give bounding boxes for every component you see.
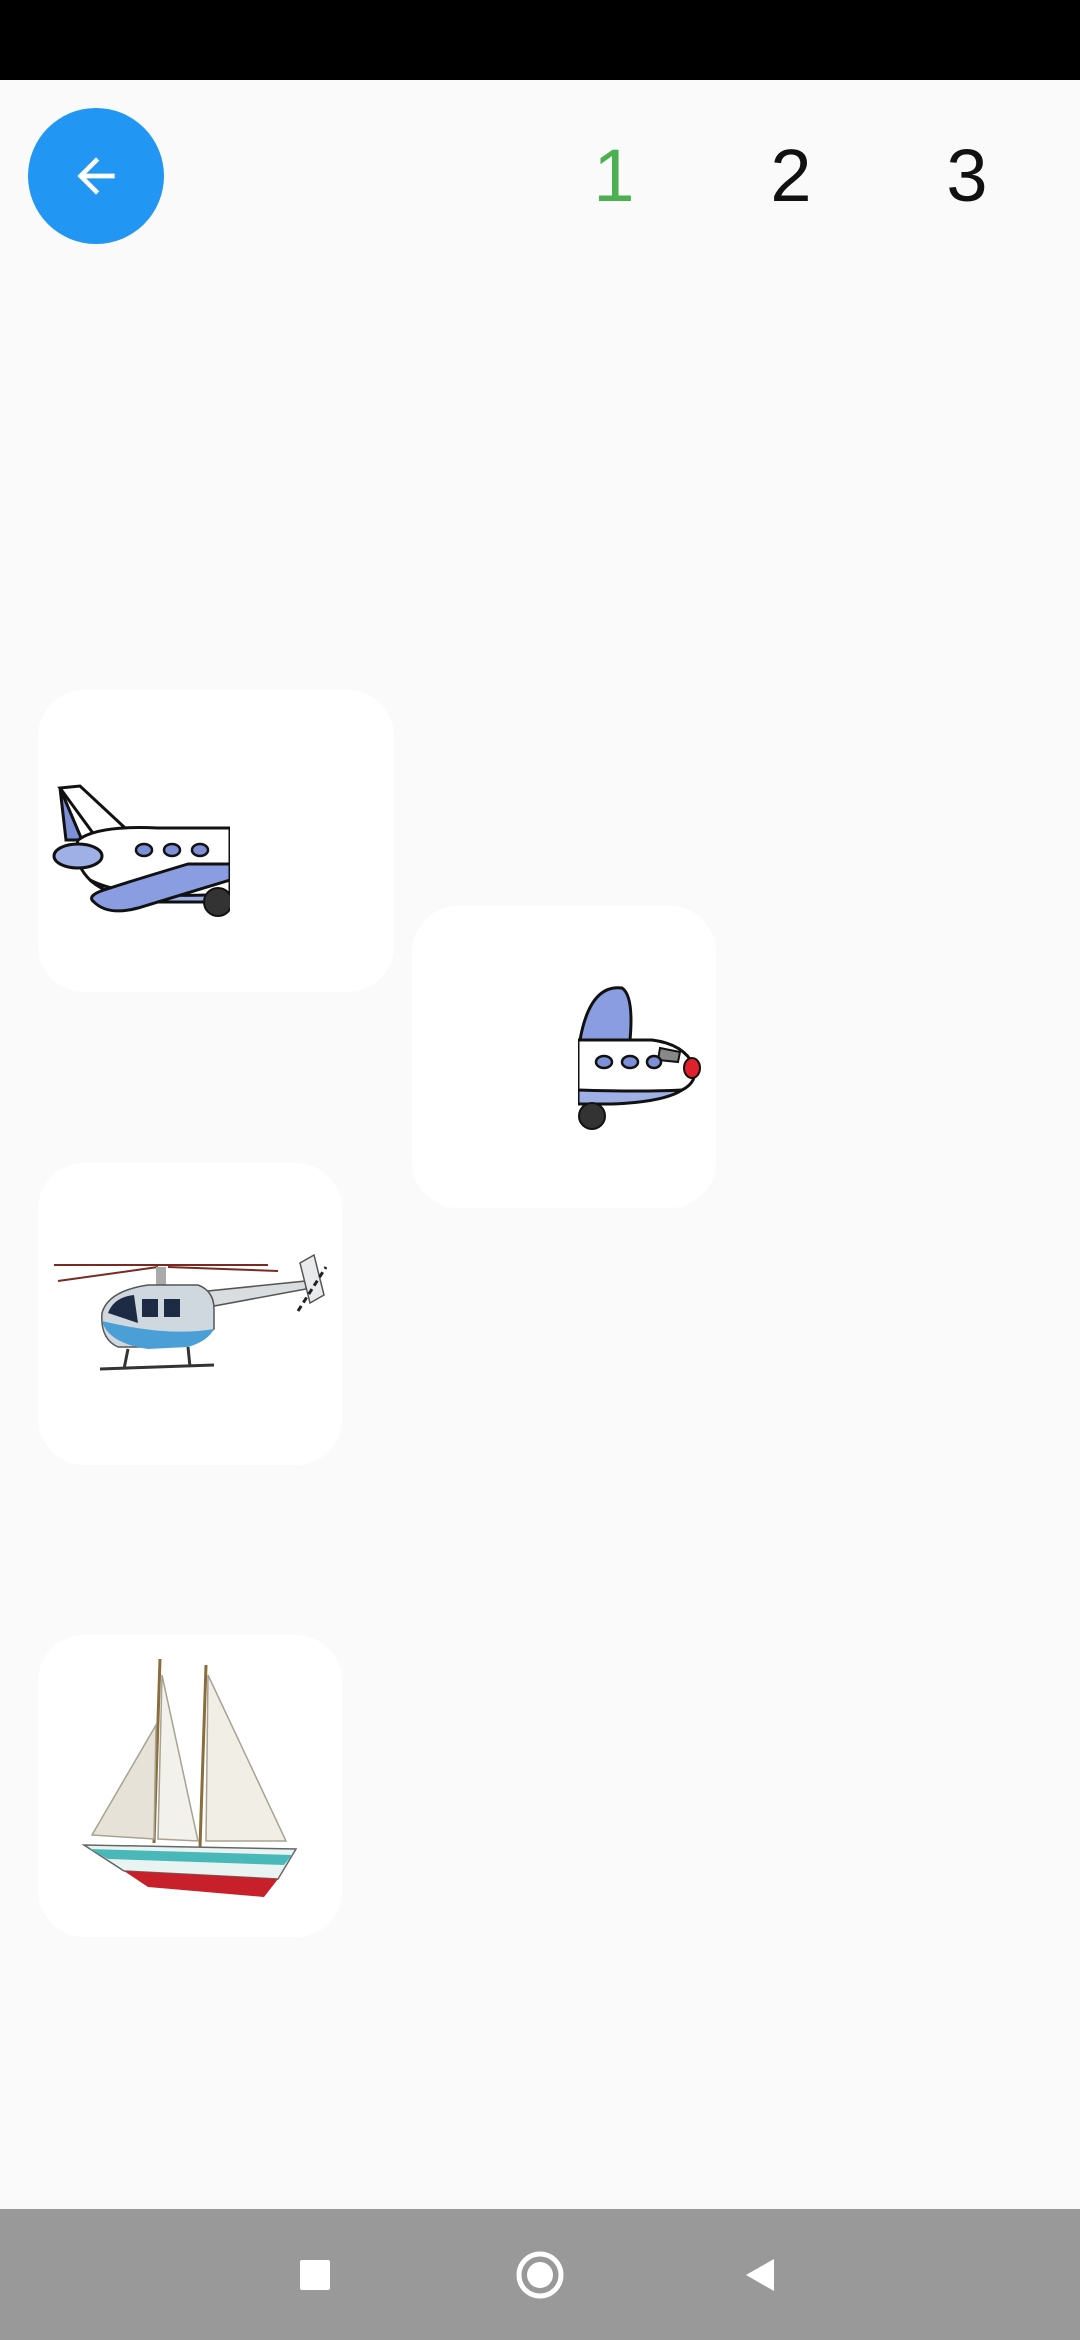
arrow-left-icon — [77, 157, 115, 195]
sailboat-card[interactable] — [38, 1635, 342, 1937]
circle-icon — [516, 2251, 564, 2298]
airplane-tail-half-icon — [52, 784, 394, 992]
level-2-tab[interactable]: 2 — [751, 128, 831, 224]
airplane-tail-card[interactable] — [38, 690, 394, 992]
triangle-back-icon — [746, 2258, 774, 2291]
system-back-button[interactable] — [700, 2209, 820, 2340]
sailboat-icon — [81, 1658, 298, 1897]
airplane-nose-half-icon — [412, 966, 701, 1166]
back-button[interactable] — [28, 108, 164, 244]
helicopter-icon — [54, 1253, 328, 1371]
status-bar — [0, 0, 1080, 80]
helicopter-card[interactable] — [38, 1163, 342, 1465]
level-3-tab[interactable]: 3 — [927, 128, 1007, 224]
level-1-tab[interactable]: 1 — [574, 128, 654, 224]
airplane-nose-card[interactable] — [412, 906, 716, 1208]
recent-apps-button[interactable] — [255, 2209, 375, 2340]
home-button[interactable] — [480, 2209, 600, 2340]
system-nav-bar — [0, 2209, 1080, 2340]
square-icon — [300, 2259, 330, 2290]
